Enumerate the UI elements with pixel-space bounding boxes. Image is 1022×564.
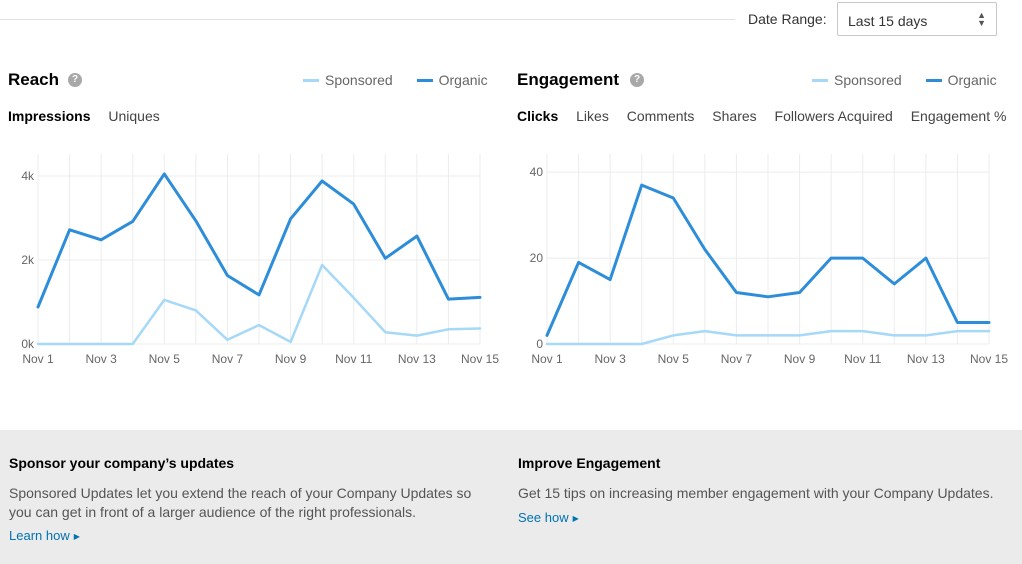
tab-clicks[interactable]: Clicks xyxy=(517,108,558,124)
reach-xtick-label: Nov 9 xyxy=(275,352,307,366)
reach-help-icon[interactable]: ? xyxy=(68,73,82,87)
engagement-legend-organic: Organic xyxy=(947,72,997,88)
engagement-tip-title: Improve Engagement xyxy=(518,455,661,471)
engagement-xtick-label: Nov 9 xyxy=(784,352,816,366)
engagement-tabs: Clicks Likes Comments Shares Followers A… xyxy=(517,108,1020,124)
engagement-ytick-label: 40 xyxy=(530,165,544,179)
learn-how-label: Learn how xyxy=(9,528,70,543)
reach-tabs: Impressions Uniques xyxy=(8,108,174,124)
reach-panel: Reach ? Sponsored Organic Impressions Un… xyxy=(0,0,500,400)
tab-comments[interactable]: Comments xyxy=(627,108,695,124)
tab-likes[interactable]: Likes xyxy=(576,108,609,124)
engagement-tip-body: Get 15 tips on increasing member engagem… xyxy=(518,485,994,501)
reach-xtick-label: Nov 3 xyxy=(85,352,117,366)
engagement-legend-sponsored: Sponsored xyxy=(834,72,902,88)
see-how-label: See how xyxy=(518,510,569,525)
sponsored-swatch-icon xyxy=(812,78,828,82)
reach-xtick-label: Nov 13 xyxy=(398,352,436,366)
reach-legend: Sponsored Organic xyxy=(303,72,488,88)
engagement-title: Engagement xyxy=(517,70,620,89)
organic-swatch-icon xyxy=(416,78,433,82)
tab-uniques[interactable]: Uniques xyxy=(108,108,159,124)
engagement-xtick-label: Nov 7 xyxy=(721,352,753,366)
reach-xtick-label: Nov 7 xyxy=(212,352,244,366)
reach-chart: 0k 2k 4k Nov 1 Nov 3 Nov 5 Nov 7 Nov 9 Nov 11 Nov… xyxy=(21,154,499,366)
sponsored-swatch-icon xyxy=(303,78,319,82)
reach-ytick-label: 2k xyxy=(21,253,35,267)
sponsor-tip-line-2: you can get in front of a larger audienc… xyxy=(9,504,417,520)
sponsor-tip-body: Sponsored Updates let you extend the rea… xyxy=(9,484,471,522)
reach-legend-organic: Organic xyxy=(438,72,488,88)
engagement-chart: 0 20 40 Nov 1 Nov 3 Nov 5 Nov 7 Nov 9 Nov 11 Nov … xyxy=(530,154,1008,366)
engagement-ytick-label: 0 xyxy=(536,337,543,351)
reach-title: Reach xyxy=(8,70,60,89)
tab-shares[interactable]: Shares xyxy=(712,108,756,124)
engagement-xtick-label: Nov 13 xyxy=(907,352,945,366)
engagement-xtick-label: Nov 15 xyxy=(970,352,1008,366)
engagement-xtick-label: Nov 5 xyxy=(658,352,690,366)
sponsor-tip-title: Sponsor your company’s updates xyxy=(9,455,235,471)
reach-xtick-label: Nov 5 xyxy=(149,352,181,366)
reach-xtick-label: Nov 11 xyxy=(335,352,372,366)
reach-legend-sponsored: Sponsored xyxy=(325,72,393,88)
engagement-panel: Engagement ? Sponsored Organic Clicks Li… xyxy=(509,0,1009,400)
learn-how-link[interactable]: Learn how ▶ xyxy=(9,528,80,543)
tab-impressions[interactable]: Impressions xyxy=(8,108,90,124)
engagement-help-icon[interactable]: ? xyxy=(630,73,644,87)
triangle-right-icon: ▶ xyxy=(572,514,579,523)
tab-engagement-percent[interactable]: Engagement % xyxy=(911,108,1007,124)
reach-xtick-label: Nov 1 xyxy=(22,352,54,366)
engagement-ytick-label: 20 xyxy=(530,251,544,265)
tab-followers-acquired[interactable]: Followers Acquired xyxy=(775,108,893,124)
organic-swatch-icon xyxy=(925,78,942,82)
engagement-legend: Sponsored Organic xyxy=(812,72,997,88)
reach-xtick-label: Nov 15 xyxy=(461,352,499,366)
reach-ytick-label: 4k xyxy=(21,169,35,183)
engagement-xtick-label: Nov 11 xyxy=(844,352,881,366)
engagement-xtick-label: Nov 3 xyxy=(594,352,626,366)
engagement-xtick-label: Nov 1 xyxy=(531,352,563,366)
triangle-right-icon: ▶ xyxy=(73,532,80,541)
see-how-link[interactable]: See how ▶ xyxy=(518,510,579,525)
sponsor-tip-line-1: Sponsored Updates let you extend the rea… xyxy=(9,485,472,501)
reach-ytick-label: 0k xyxy=(21,337,35,351)
